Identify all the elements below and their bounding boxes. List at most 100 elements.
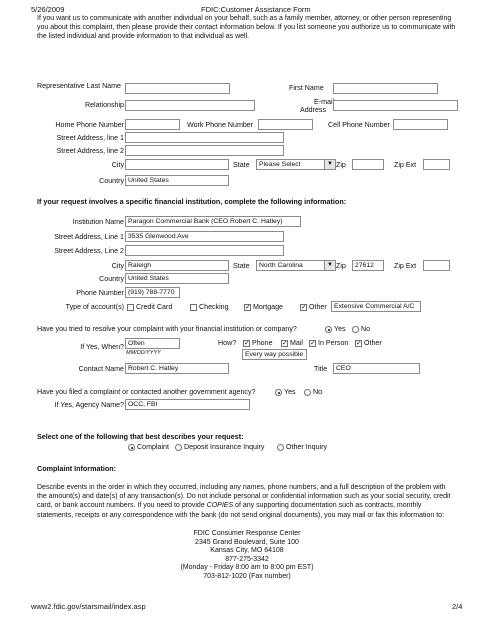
other-inquiry-label: Other Inquiry bbox=[286, 443, 328, 451]
how-label: How? bbox=[218, 339, 237, 347]
rep-zip-ext-label: Zip Ext bbox=[394, 161, 417, 169]
address-line: Kansas City, MO 64108 bbox=[210, 547, 284, 555]
checking-label: Checking bbox=[199, 303, 229, 311]
resolve-yes-radio[interactable] bbox=[325, 326, 332, 333]
rep-cell-phone-field[interactable] bbox=[393, 119, 448, 130]
rep-home-phone-label: Home Phone Number bbox=[55, 121, 124, 129]
representative-intro: If you want us to communicate with anoth… bbox=[37, 15, 456, 41]
mortgage-checkbox[interactable]: ✓ bbox=[244, 304, 251, 311]
request-heading: Select one of the following that best de… bbox=[37, 432, 244, 441]
rep-work-phone-field[interactable] bbox=[258, 119, 313, 130]
fi-street1-label: Street Address, Line 1 bbox=[54, 233, 124, 241]
other-account-field[interactable]: Extensive Commercial A/C bbox=[331, 301, 421, 312]
address-line: (Monday - Friday 8:00 am to 8:00 pm EST) bbox=[180, 564, 314, 572]
agency-no-label: No bbox=[313, 388, 323, 396]
rep-zip-field[interactable] bbox=[352, 159, 384, 170]
fi-name-label: Institution Name bbox=[72, 218, 124, 226]
fi-state-select[interactable]: North Carolina ▼ bbox=[256, 260, 336, 271]
fi-zip-ext-field[interactable] bbox=[423, 260, 450, 271]
fi-street1-field[interactable]: 3535 Glenwood Ave bbox=[125, 231, 284, 242]
rep-email-label-2: Address bbox=[300, 106, 327, 114]
fi-country-label: Country bbox=[99, 275, 124, 283]
how-mail-checkbox[interactable]: ✓ bbox=[281, 340, 288, 347]
fi-city-label: City bbox=[111, 262, 124, 270]
deposit-insurance-radio[interactable] bbox=[175, 444, 182, 451]
when-label: If Yes, When? bbox=[80, 343, 124, 351]
fi-phone-field[interactable]: (919) 788-7770 bbox=[125, 287, 180, 298]
rep-first-name-label: First Name bbox=[289, 84, 324, 92]
rep-last-name-field[interactable] bbox=[125, 83, 230, 94]
how-in-person-label: In Person bbox=[318, 339, 349, 347]
address-line: 703-812-1020 (Fax number) bbox=[203, 572, 291, 580]
page-number: 2/4 bbox=[452, 602, 463, 611]
how-phone-checkbox[interactable]: ✓ bbox=[243, 340, 250, 347]
print-url: www2.fdic.gov/starsmail/index.asp bbox=[31, 602, 146, 611]
print-title: FDIC:Customer Assistance Form bbox=[201, 5, 311, 14]
fi-zip-label: Zip bbox=[336, 262, 346, 270]
fi-city-field[interactable]: Raleigh bbox=[125, 260, 229, 271]
rep-first-name-field[interactable] bbox=[333, 83, 438, 94]
contact-name-field[interactable]: Robert C. Hatley bbox=[125, 363, 229, 374]
agency-name-field[interactable]: OCC, FBI bbox=[125, 399, 250, 410]
agency-yes-label: Yes bbox=[284, 388, 296, 396]
title-field[interactable]: CEO bbox=[333, 363, 420, 374]
fi-heading: If your request involves a specific fina… bbox=[37, 197, 347, 206]
rep-city-label: City bbox=[111, 161, 124, 169]
rep-country-field[interactable]: United States bbox=[125, 175, 229, 186]
how-other-label: Other bbox=[364, 339, 382, 347]
rep-zip-label: Zip bbox=[336, 161, 346, 169]
rep-email-field[interactable] bbox=[333, 100, 458, 111]
complaint-radio[interactable] bbox=[128, 444, 135, 451]
rep-zip-ext-field[interactable] bbox=[423, 159, 450, 170]
rep-relationship-field[interactable] bbox=[125, 100, 255, 111]
rep-street1-field[interactable] bbox=[125, 132, 284, 143]
other-account-label: Other bbox=[309, 303, 327, 311]
rep-city-field[interactable] bbox=[125, 159, 229, 170]
fi-street2-field[interactable] bbox=[125, 245, 284, 256]
resolve-no-radio[interactable] bbox=[352, 326, 359, 333]
how-other-checkbox[interactable]: ✓ bbox=[355, 340, 362, 347]
how-in-person-checkbox[interactable]: ✓ bbox=[309, 340, 316, 347]
other-account-checkbox[interactable]: ✓ bbox=[300, 304, 307, 311]
agency-question: Have you filed a complaint or contacted … bbox=[37, 388, 256, 396]
complaint-text-copies: COPIES bbox=[206, 502, 234, 510]
rep-state-select[interactable]: Please Select ▼ bbox=[256, 159, 336, 170]
rep-work-phone-label: Work Phone Number bbox=[187, 121, 254, 129]
address-line: FDIC Consumer Response Center bbox=[193, 530, 301, 537]
fi-street2-label: Street Address, Line 2 bbox=[54, 247, 124, 255]
fi-state-label: State bbox=[233, 262, 250, 270]
agency-name-label: If Yes, Agency Name? bbox=[54, 401, 124, 409]
agency-no-radio[interactable] bbox=[304, 389, 311, 396]
rep-street1-label: Street Address, line 1 bbox=[56, 134, 124, 142]
mortgage-label: Mortgage bbox=[253, 303, 283, 311]
resolve-question: Have you tried to resolve your complaint… bbox=[37, 325, 297, 333]
rep-home-phone-field[interactable] bbox=[125, 119, 180, 130]
agency-yes-radio[interactable] bbox=[275, 389, 282, 396]
title-label: Title bbox=[314, 365, 328, 373]
fi-zip-field[interactable]: 27612 bbox=[352, 260, 384, 271]
other-inquiry-radio[interactable] bbox=[277, 444, 284, 451]
address-line: 877-275-3342 bbox=[225, 555, 269, 563]
rep-country-label: Country bbox=[99, 177, 124, 185]
when-field[interactable]: Often bbox=[125, 338, 180, 349]
how-other-field[interactable]: Every way possible bbox=[242, 349, 307, 360]
fi-name-field[interactable]: Paragon Commercial Bank (CEO Robert C. H… bbox=[125, 216, 301, 227]
fi-country-field[interactable]: United States bbox=[125, 273, 229, 284]
fi-zip-ext-label: Zip Ext bbox=[394, 262, 417, 270]
credit-card-checkbox[interactable] bbox=[127, 304, 134, 311]
rep-street2-label: Street Address, line 2 bbox=[56, 147, 124, 155]
rep-street2-field[interactable] bbox=[125, 145, 284, 156]
credit-card-label: Credit Card bbox=[136, 303, 173, 311]
deposit-insurance-label: Deposit Insurance Inquiry bbox=[184, 443, 265, 451]
rep-state-label: State bbox=[233, 161, 250, 169]
resolve-yes-label: Yes bbox=[334, 325, 346, 333]
rep-relationship-label: Relationship bbox=[84, 101, 124, 109]
fi-phone-label: Phone Number bbox=[76, 289, 124, 297]
how-phone-label: Phone bbox=[252, 339, 273, 347]
contact-name-label: Contact Name bbox=[78, 365, 124, 373]
checking-checkbox[interactable] bbox=[190, 304, 197, 311]
address-line: 2345 Grand Boulevard, Suite 100 bbox=[195, 538, 299, 546]
mailing-address: FDIC Consumer Response Center 2345 Grand… bbox=[147, 530, 347, 582]
chevron-down-icon: ▼ bbox=[324, 261, 335, 270]
resolve-no-label: No bbox=[361, 325, 371, 333]
